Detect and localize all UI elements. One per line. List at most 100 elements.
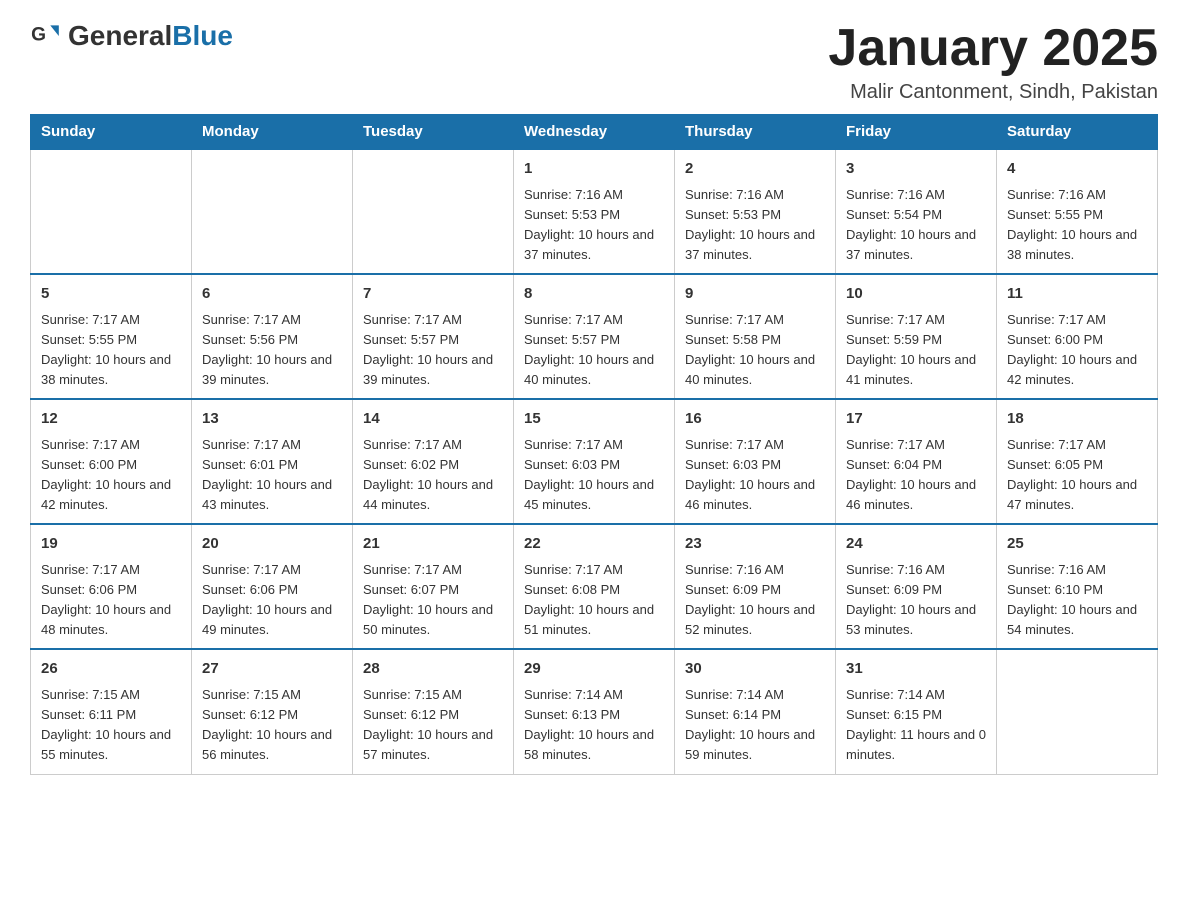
day-info: Sunrise: 7:16 AM Sunset: 5:55 PM Dayligh…	[1007, 185, 1147, 266]
calendar-day-cell: 20Sunrise: 7:17 AM Sunset: 6:06 PM Dayli…	[192, 524, 353, 649]
day-number: 27	[202, 658, 342, 681]
calendar-day-cell: 31 Sunrise: 7:14 AM Sunset: 6:15 PM Dayli…	[836, 649, 997, 774]
logo-general: General	[68, 20, 172, 51]
calendar-week-row: 12 Sunrise: 7:17 AM Sunset: 6:00 PM Dayli…	[31, 399, 1158, 524]
day-number: 14	[363, 408, 503, 431]
day-info: Sunrise: 7:16 AM Sunset: 6:09 PM Dayligh…	[846, 560, 986, 641]
calendar-day-cell	[997, 649, 1158, 774]
day-number: 28	[363, 658, 503, 681]
calendar-day-cell: 30Sunrise: 7:14 AM Sunset: 6:14 PM Dayli…	[675, 649, 836, 774]
day-info: Sunrise: 7:17 AM Sunset: 6:03 PM Dayligh…	[685, 435, 825, 516]
weekday-header: Thursday	[675, 115, 836, 150]
calendar-table: SundayMondayTuesdayWednesdayThursdayFrid…	[30, 114, 1158, 774]
calendar-week-row: 26Sunrise: 7:15 AM Sunset: 6:11 PM Dayli…	[31, 649, 1158, 774]
day-info: Sunrise: 7:17 AM Sunset: 6:06 PM Dayligh…	[202, 560, 342, 641]
month-title: January 2025	[828, 20, 1158, 77]
day-number: 23	[685, 533, 825, 556]
day-info: Sunrise: 7:14 AM Sunset: 6:15 PM Dayligh…	[846, 685, 986, 766]
day-info: Sunrise: 7:16 AM Sunset: 6:10 PM Dayligh…	[1007, 560, 1147, 641]
calendar-day-cell: 21 Sunrise: 7:17 AM Sunset: 6:07 PM Dayli…	[353, 524, 514, 649]
day-info: Sunrise: 7:17 AM Sunset: 5:57 PM Dayligh…	[363, 310, 503, 391]
day-info: Sunrise: 7:17 AM Sunset: 6:02 PM Dayligh…	[363, 435, 503, 516]
day-number: 13	[202, 408, 342, 431]
calendar-day-cell: 26Sunrise: 7:15 AM Sunset: 6:11 PM Dayli…	[31, 649, 192, 774]
day-info: Sunrise: 7:16 AM Sunset: 6:09 PM Dayligh…	[685, 560, 825, 641]
day-info: Sunrise: 7:17 AM Sunset: 6:04 PM Dayligh…	[846, 435, 986, 516]
day-number: 31	[846, 658, 986, 681]
day-number: 1	[524, 158, 664, 181]
day-number: 10	[846, 283, 986, 306]
day-number: 12	[41, 408, 181, 431]
day-info: Sunrise: 7:17 AM Sunset: 6:08 PM Dayligh…	[524, 560, 664, 641]
logo-text: GeneralBlue	[68, 20, 233, 52]
day-number: 18	[1007, 408, 1147, 431]
calendar-day-cell: 5Sunrise: 7:17 AM Sunset: 5:55 PM Daylig…	[31, 274, 192, 399]
day-number: 8	[524, 283, 664, 306]
calendar-day-cell: 2Sunrise: 7:16 AM Sunset: 5:53 PM Daylig…	[675, 149, 836, 274]
calendar-day-cell: 11 Sunrise: 7:17 AM Sunset: 6:00 PM Dayli…	[997, 274, 1158, 399]
calendar-week-row: 1 Sunrise: 7:16 AM Sunset: 5:53 PM Daylig…	[31, 149, 1158, 274]
day-info: Sunrise: 7:16 AM Sunset: 5:53 PM Dayligh…	[524, 185, 664, 266]
day-number: 25	[1007, 533, 1147, 556]
day-info: Sunrise: 7:15 AM Sunset: 6:11 PM Dayligh…	[41, 685, 181, 766]
day-number: 17	[846, 408, 986, 431]
weekday-header: Friday	[836, 115, 997, 150]
calendar-day-cell: 22Sunrise: 7:17 AM Sunset: 6:08 PM Dayli…	[514, 524, 675, 649]
calendar-day-cell: 12 Sunrise: 7:17 AM Sunset: 6:00 PM Dayli…	[31, 399, 192, 524]
day-info: Sunrise: 7:17 AM Sunset: 5:58 PM Dayligh…	[685, 310, 825, 391]
calendar-day-cell: 14 Sunrise: 7:17 AM Sunset: 6:02 PM Dayli…	[353, 399, 514, 524]
calendar-body: 1 Sunrise: 7:16 AM Sunset: 5:53 PM Daylig…	[31, 149, 1158, 774]
day-info: Sunrise: 7:15 AM Sunset: 6:12 PM Dayligh…	[363, 685, 503, 766]
day-number: 3	[846, 158, 986, 181]
day-info: Sunrise: 7:17 AM Sunset: 5:57 PM Dayligh…	[524, 310, 664, 391]
day-number: 30	[685, 658, 825, 681]
calendar-day-cell: 8 Sunrise: 7:17 AM Sunset: 5:57 PM Daylig…	[514, 274, 675, 399]
calendar-day-cell	[353, 149, 514, 274]
day-info: Sunrise: 7:17 AM Sunset: 6:03 PM Dayligh…	[524, 435, 664, 516]
weekday-row: SundayMondayTuesdayWednesdayThursdayFrid…	[31, 115, 1158, 150]
day-info: Sunrise: 7:17 AM Sunset: 6:00 PM Dayligh…	[41, 435, 181, 516]
calendar-day-cell: 23 Sunrise: 7:16 AM Sunset: 6:09 PM Dayli…	[675, 524, 836, 649]
calendar-day-cell: 25 Sunrise: 7:16 AM Sunset: 6:10 PM Dayli…	[997, 524, 1158, 649]
calendar-day-cell: 27 Sunrise: 7:15 AM Sunset: 6:12 PM Dayli…	[192, 649, 353, 774]
day-number: 16	[685, 408, 825, 431]
logo: G GeneralBlue	[30, 20, 233, 52]
calendar-day-cell: 3 Sunrise: 7:16 AM Sunset: 5:54 PM Daylig…	[836, 149, 997, 274]
calendar-day-cell: 1 Sunrise: 7:16 AM Sunset: 5:53 PM Daylig…	[514, 149, 675, 274]
day-number: 7	[363, 283, 503, 306]
calendar-day-cell: 28 Sunrise: 7:15 AM Sunset: 6:12 PM Dayli…	[353, 649, 514, 774]
day-info: Sunrise: 7:16 AM Sunset: 5:54 PM Dayligh…	[846, 185, 986, 266]
calendar-day-cell: 4Sunrise: 7:16 AM Sunset: 5:55 PM Daylig…	[997, 149, 1158, 274]
calendar-day-cell: 13 Sunrise: 7:17 AM Sunset: 6:01 PM Dayli…	[192, 399, 353, 524]
calendar-day-cell: 9 Sunrise: 7:17 AM Sunset: 5:58 PM Daylig…	[675, 274, 836, 399]
calendar-day-cell	[192, 149, 353, 274]
day-info: Sunrise: 7:17 AM Sunset: 6:01 PM Dayligh…	[202, 435, 342, 516]
day-number: 21	[363, 533, 503, 556]
calendar-day-cell: 19Sunrise: 7:17 AM Sunset: 6:06 PM Dayli…	[31, 524, 192, 649]
day-info: Sunrise: 7:17 AM Sunset: 6:00 PM Dayligh…	[1007, 310, 1147, 391]
day-info: Sunrise: 7:17 AM Sunset: 6:07 PM Dayligh…	[363, 560, 503, 641]
weekday-header: Monday	[192, 115, 353, 150]
day-info: Sunrise: 7:14 AM Sunset: 6:13 PM Dayligh…	[524, 685, 664, 766]
weekday-header: Saturday	[997, 115, 1158, 150]
calendar-day-cell: 16 Sunrise: 7:17 AM Sunset: 6:03 PM Dayli…	[675, 399, 836, 524]
day-number: 6	[202, 283, 342, 306]
weekday-header: Tuesday	[353, 115, 514, 150]
day-number: 2	[685, 158, 825, 181]
title-section: January 2025 Malir Cantonment, Sindh, Pa…	[828, 20, 1158, 104]
weekday-header: Sunday	[31, 115, 192, 150]
calendar-header: SundayMondayTuesdayWednesdayThursdayFrid…	[31, 115, 1158, 150]
day-info: Sunrise: 7:17 AM Sunset: 5:59 PM Dayligh…	[846, 310, 986, 391]
day-number: 24	[846, 533, 986, 556]
logo-icon: G	[30, 20, 62, 52]
calendar-day-cell	[31, 149, 192, 274]
calendar-day-cell: 10 Sunrise: 7:17 AM Sunset: 5:59 PM Dayli…	[836, 274, 997, 399]
day-info: Sunrise: 7:17 AM Sunset: 5:55 PM Dayligh…	[41, 310, 181, 391]
day-number: 9	[685, 283, 825, 306]
day-number: 19	[41, 533, 181, 556]
logo-blue: Blue	[172, 20, 233, 51]
day-info: Sunrise: 7:15 AM Sunset: 6:12 PM Dayligh…	[202, 685, 342, 766]
day-number: 29	[524, 658, 664, 681]
day-number: 11	[1007, 283, 1147, 306]
location: Malir Cantonment, Sindh, Pakistan	[828, 81, 1158, 104]
